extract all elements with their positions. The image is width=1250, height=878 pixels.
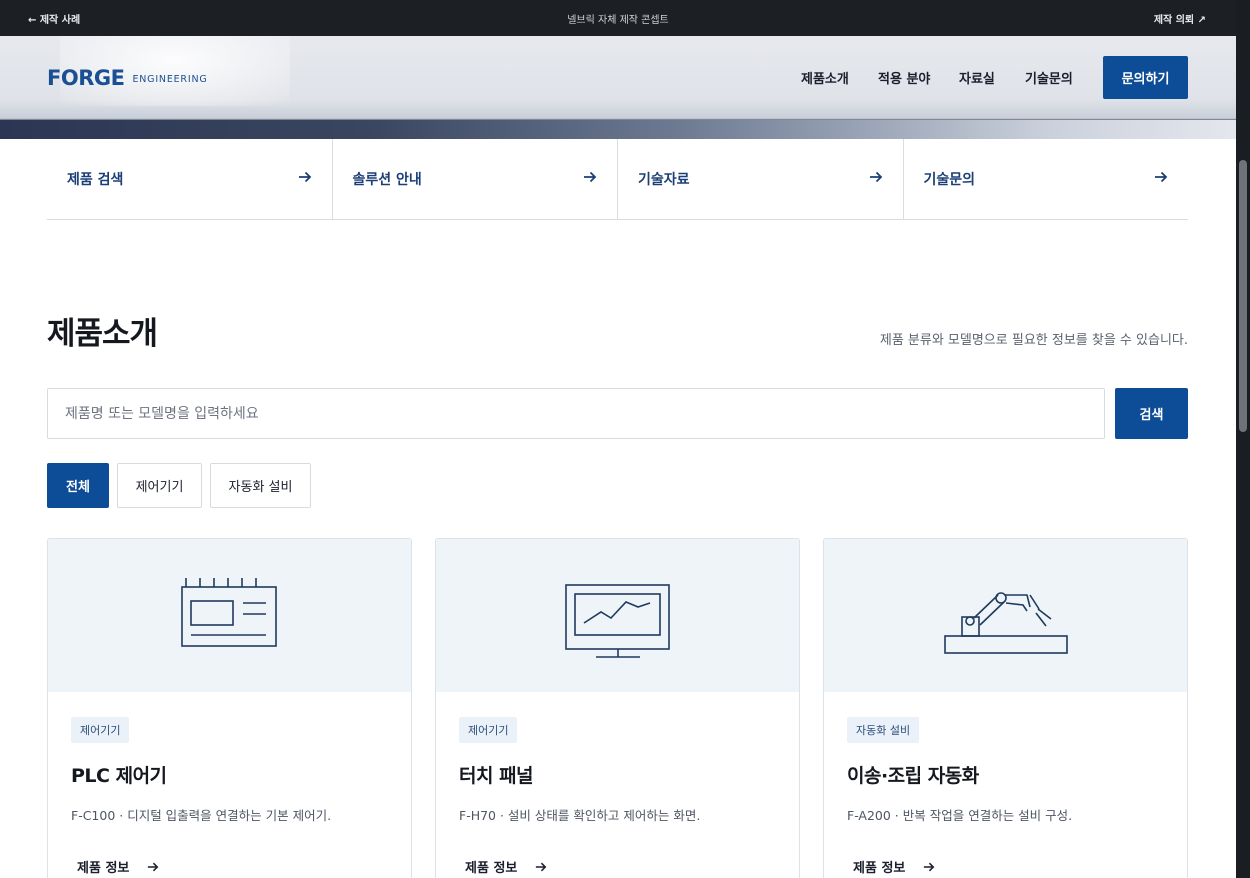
arrow-right-icon: [924, 862, 935, 871]
product-title: PLC 제어기: [71, 765, 167, 787]
page: FORGE ENGINEERING 제품소개 적용 분야 자료실 기술문의 문의…: [0, 36, 1236, 878]
filter-chip-controllers[interactable]: 제어기기: [117, 463, 202, 508]
quick-link-solutions[interactable]: 솔루션 안내: [333, 139, 618, 219]
arrow-right-icon: [1155, 171, 1168, 183]
touch-panel-monitor-icon: [565, 584, 670, 658]
quick-link-label: 솔루션 안내: [352, 172, 422, 188]
quick-link-label: 제품 검색: [67, 172, 124, 188]
concept-label: 넬브릭 자체 제작 콘셉트: [567, 15, 669, 26]
product-thumbnail: [48, 539, 411, 692]
arrow-right-icon: [584, 171, 597, 183]
robot-arm-icon: [944, 592, 1068, 654]
hero-header: FORGE ENGINEERING 제품소개 적용 분야 자료실 기술문의 문의…: [0, 36, 1236, 139]
section-description: 제품 분류와 모델명으로 필요한 정보를 찾을 수 있습니다.: [879, 333, 1188, 348]
product-card-plc[interactable]: 제어기기 PLC 제어기 F-C100 · 디지털 입출력을 연결하는 기본 제…: [47, 538, 412, 878]
arrow-right-icon: [536, 862, 547, 871]
product-card-automation[interactable]: 자동화 설비 이송·조립 자동화 F-A200 · 반복 작업을 연결하는 설비…: [823, 538, 1188, 878]
product-info-label: 제품 정보: [853, 861, 906, 876]
request-production-link[interactable]: 제작 의뢰 ↗: [1154, 11, 1206, 26]
nav-item-products[interactable]: 제품소개: [801, 68, 849, 87]
logo[interactable]: FORGE ENGINEERING: [47, 66, 208, 90]
search-input[interactable]: [48, 389, 1104, 438]
contact-button[interactable]: 문의하기: [1103, 56, 1188, 99]
arrow-right-icon: [148, 862, 159, 871]
product-info-link[interactable]: 제품 정보: [77, 857, 159, 876]
product-category-tag: 자동화 설비: [847, 717, 920, 743]
product-description: F-H70 · 설비 상태를 확인하고 제어하는 화면.: [459, 808, 701, 823]
product-thumbnail: [436, 539, 799, 692]
scrollbar-thumb[interactable]: [1239, 160, 1247, 432]
quick-link-tech-docs[interactable]: 기술자료: [618, 139, 904, 219]
filter-chip-automation[interactable]: 자동화 설비: [210, 463, 311, 508]
filter-chip-all[interactable]: 전체: [47, 463, 109, 508]
product-info-link[interactable]: 제품 정보: [465, 857, 547, 876]
product-thumbnail: [824, 539, 1187, 692]
quick-link-label: 기술문의: [923, 172, 976, 188]
search-button[interactable]: 검색: [1115, 388, 1188, 439]
arrow-right-icon: [869, 171, 882, 183]
search-field[interactable]: [47, 388, 1105, 439]
quick-link-product-search[interactable]: 제품 검색: [47, 139, 333, 219]
quick-links: 제품 검색 솔루션 안내 기술자료 기술문의: [47, 139, 1188, 220]
product-description: F-A200 · 반복 작업을 연결하는 설비 구성.: [847, 808, 1073, 823]
hero-image-strip: [0, 120, 1236, 139]
quick-link-label: 기술자료: [638, 172, 690, 188]
product-description: F-C100 · 디지털 입출력을 연결하는 기본 제어기.: [71, 808, 332, 823]
quick-link-tech-inquiry[interactable]: 기술문의: [904, 139, 1189, 219]
product-info-label: 제품 정보: [465, 861, 518, 876]
product-title: 이송·조립 자동화: [847, 765, 979, 787]
plc-controller-icon: [181, 578, 277, 647]
arrow-right-icon: [298, 171, 311, 183]
product-category-tag: 제어기기: [459, 717, 518, 743]
scrollbar-track[interactable]: [1236, 0, 1250, 878]
nav-item-applications[interactable]: 적용 분야: [878, 68, 930, 87]
logo-sub-text: ENGINEERING: [132, 74, 208, 85]
product-info-label: 제품 정보: [77, 861, 130, 876]
section-title: 제품소개: [47, 316, 158, 352]
product-card-touch-panel[interactable]: 제어기기 터치 패널 F-H70 · 설비 상태를 확인하고 제어하는 화면. …: [435, 538, 800, 878]
nav-item-tech-inquiry[interactable]: 기술문의: [1025, 68, 1073, 87]
product-title: 터치 패널: [459, 765, 534, 787]
top-bar: ← 제작 사례 넬브릭 자체 제작 콘셉트 제작 의뢰 ↗: [0, 0, 1236, 36]
nav-item-resources[interactable]: 자료실: [959, 68, 995, 87]
product-category-tag: 제어기기: [71, 717, 130, 743]
product-info-link[interactable]: 제품 정보: [853, 857, 935, 876]
logo-main-text: FORGE: [47, 66, 125, 90]
